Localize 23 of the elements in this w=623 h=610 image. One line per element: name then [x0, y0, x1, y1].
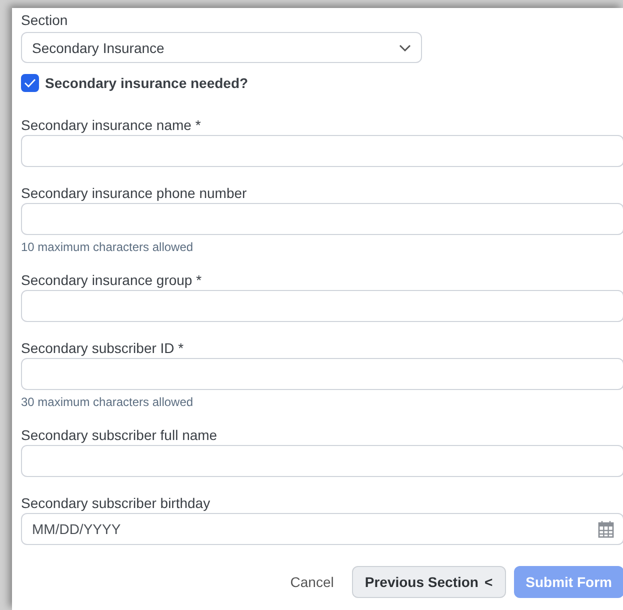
previous-section-button[interactable]: Previous Section < [352, 566, 506, 598]
input-field[interactable] [21, 290, 623, 322]
input-field[interactable] [21, 203, 623, 235]
field-label: Secondary insurance group * [21, 271, 203, 289]
section-label: Section [21, 11, 69, 29]
date-field[interactable]: MM/DD/YYYY [21, 513, 623, 545]
input-field[interactable] [21, 445, 623, 477]
checkbox[interactable] [21, 74, 39, 92]
field-label: Secondary insurance name * [21, 116, 202, 134]
input-field[interactable] [21, 358, 623, 390]
cancel-button[interactable]: Cancel [282, 574, 342, 590]
hint-text: 10 maximum characters allowed [21, 240, 194, 254]
field-label: Secondary subscriber full name [21, 426, 218, 444]
field-label: Secondary subscriber birthday [21, 494, 212, 512]
check-icon [24, 78, 36, 88]
input-field[interactable] [21, 135, 623, 167]
section-select[interactable]: Secondary Insurance [21, 32, 422, 63]
chevron-down-icon [399, 44, 411, 52]
hint-text: 30 maximum characters allowed [21, 395, 194, 409]
checkbox-label: Secondary insurance needed? [45, 75, 248, 91]
calendar-icon [598, 520, 614, 538]
field-label: Secondary subscriber ID * [21, 339, 185, 357]
field-label: Secondary insurance phone number [21, 184, 248, 202]
